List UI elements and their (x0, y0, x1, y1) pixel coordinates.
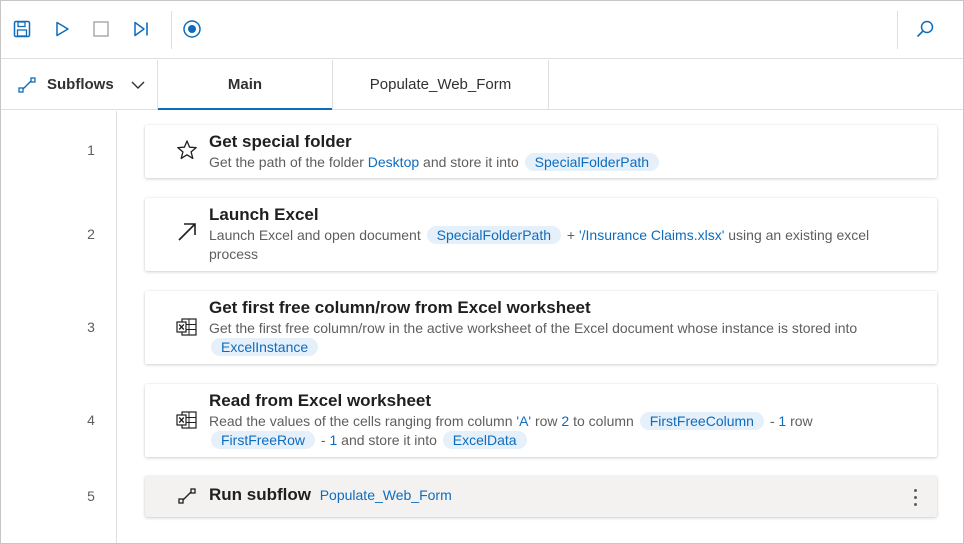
action-title: Get first free column/row from Excel wor… (209, 298, 591, 317)
desc-text: and store it into (419, 154, 523, 170)
search-icon (916, 20, 934, 38)
launch-arrow-icon (175, 220, 199, 244)
chevron-down-icon (131, 81, 145, 89)
save-button[interactable] (9, 15, 35, 43)
run-next-action-icon (134, 21, 148, 37)
desc-text: Read the values of the cells ranging fro… (209, 413, 517, 429)
excel-icon (175, 315, 199, 339)
action-run-subflow[interactable]: Run subflow Populate_Web_Form (145, 476, 937, 517)
action-title: Launch Excel (209, 205, 319, 224)
record-button[interactable] (179, 15, 205, 43)
desc-text: - (317, 432, 330, 448)
desc-text: row (531, 413, 562, 429)
window: Subflows Main Populate_Web_Form 1 2 3 4 … (0, 0, 964, 544)
action-description: Launch Excel and open document SpecialFo… (209, 226, 907, 264)
tab-divider (548, 60, 549, 109)
subflow-icon (175, 484, 199, 508)
action-launch-excel[interactable]: Launch Excel Launch Excel and open docum… (145, 198, 937, 271)
desc-text: to column (569, 413, 638, 429)
action-title: Get special folder (209, 132, 352, 151)
toolbar-separator (171, 11, 172, 49)
action-title: Read from Excel worksheet (209, 391, 432, 410)
run-icon (56, 21, 69, 37)
tab-label: Populate_Web_Form (369, 76, 512, 93)
toolbar-separator (897, 11, 898, 49)
variable-chip[interactable]: SpecialFolderPath (524, 153, 660, 171)
line-number: 2 (87, 226, 95, 242)
literal-value: Desktop (367, 154, 420, 170)
desc-text: Get the first free column/row in the act… (209, 320, 858, 336)
search-button[interactable] (912, 15, 938, 43)
tab-label: Main (227, 76, 263, 93)
variable-chip[interactable]: ExcelInstance (211, 338, 319, 356)
literal-value: '/Insurance Claims.xlsx' (578, 227, 725, 243)
save-icon (13, 20, 31, 38)
action-read-from-excel-worksheet[interactable]: Read from Excel worksheet Read the value… (145, 384, 937, 457)
line-number: 5 (87, 488, 95, 504)
tab-main[interactable]: Main (157, 60, 332, 110)
stop-icon (93, 21, 109, 37)
literal-value: 'A' (516, 413, 532, 429)
action-description: Read the values of the cells ranging fro… (209, 412, 907, 450)
excel-icon (175, 408, 199, 432)
run-next-action-button[interactable] (128, 15, 154, 43)
stop-button[interactable] (88, 15, 114, 43)
action-get-first-free-column-row[interactable]: Get first free column/row from Excel wor… (145, 291, 937, 364)
line-number: 1 (87, 142, 95, 158)
action-description: Get the first free column/row in the act… (209, 319, 907, 357)
variable-chip[interactable]: SpecialFolderPath (426, 226, 562, 244)
toolbar (1, 1, 963, 59)
variable-chip[interactable]: FirstFreeRow (211, 431, 316, 449)
record-icon (183, 20, 201, 38)
variable-chip[interactable]: FirstFreeColumn (639, 412, 764, 430)
action-title-text: Run subflow (209, 485, 311, 504)
action-get-special-folder[interactable]: Get special folder Get the path of the f… (145, 125, 937, 178)
variable-chip[interactable]: ExcelData (442, 431, 527, 449)
line-number: 4 (87, 412, 95, 428)
subflow-icon (18, 76, 36, 93)
desc-text: - (765, 413, 779, 429)
desc-text: Get the path of the folder (209, 154, 368, 170)
more-options-icon[interactable] (907, 484, 923, 510)
tab-populate-web-form[interactable]: Populate_Web_Form (332, 60, 548, 109)
subflows-label: Subflows (47, 76, 114, 93)
subflows-dropdown[interactable]: Subflows (1, 60, 157, 109)
line-number: 3 (87, 319, 95, 335)
desc-text: + (563, 227, 579, 243)
desc-text: row (786, 413, 813, 429)
desc-text: and store it into (337, 432, 441, 448)
action-description: Get the path of the folder Desktop and s… (209, 153, 907, 172)
subflow-link[interactable]: Populate_Web_Form (320, 487, 452, 503)
tab-bar: Subflows Main Populate_Web_Form (1, 60, 963, 110)
desc-text: Launch Excel and open document (209, 227, 425, 243)
action-title: Run subflow Populate_Web_Form (209, 485, 452, 505)
star-icon (175, 138, 199, 162)
run-button[interactable] (49, 15, 75, 43)
